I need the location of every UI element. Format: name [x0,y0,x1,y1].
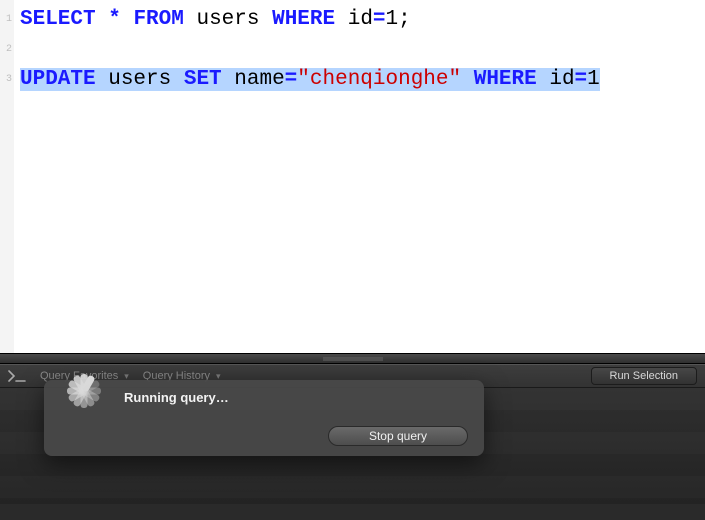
run-selection-button[interactable]: Run Selection [591,367,698,385]
popup-message: Running query… [124,390,468,405]
stop-query-button[interactable]: Stop query [328,426,468,446]
line-gutter: 123 [0,0,14,353]
running-query-popup: Running query… Stop query [44,380,484,456]
spinner-icon [56,390,112,446]
line-number: 2 [0,35,14,65]
code-line[interactable]: SELECT * FROM users WHERE id=1; [20,5,699,35]
line-number: 3 [0,65,14,95]
code-line[interactable] [20,35,699,65]
sql-editor[interactable]: 123 SELECT * FROM users WHERE id=1; UPDA… [0,0,705,353]
code-body[interactable]: SELECT * FROM users WHERE id=1; UPDATE u… [14,0,705,353]
pane-divider[interactable] [0,353,705,364]
console-icon[interactable] [8,370,26,382]
code-line[interactable]: UPDATE users SET name="chenqionghe" WHER… [20,65,699,95]
line-number: 1 [0,5,14,35]
divider-handle-icon [323,357,383,360]
